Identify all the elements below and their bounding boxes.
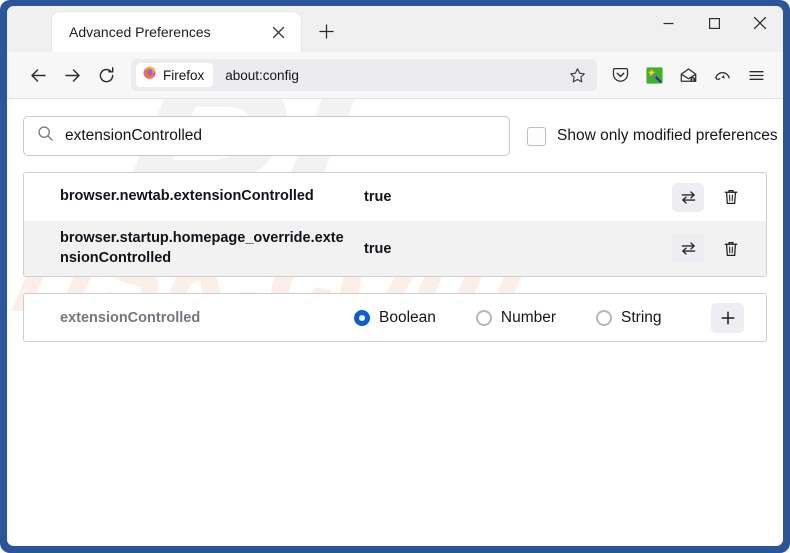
show-modified-label: Show only modified preferences: [557, 127, 778, 144]
row-actions: [672, 182, 766, 212]
show-modified-checkbox[interactable]: [527, 126, 546, 146]
show-modified-filter[interactable]: Show only modified preferences: [527, 126, 778, 146]
pref-value: true: [364, 240, 392, 257]
pocket-icon[interactable]: [605, 60, 635, 90]
mail-envelope-icon[interactable]: [673, 60, 703, 90]
type-option-boolean[interactable]: Boolean: [354, 309, 436, 327]
page-body: Show only modified preferences browser.n…: [7, 99, 783, 343]
table-row[interactable]: browser.newtab.extensionControlled true: [24, 173, 766, 221]
browser-window-inner: Advanced Preferences Firefox about:confi…: [7, 6, 783, 546]
delete-trash-icon[interactable]: [718, 235, 744, 263]
type-selector: Boolean Number String: [354, 302, 766, 333]
close-icon[interactable]: [267, 21, 289, 43]
identity-label: Firefox: [163, 67, 205, 83]
close-window-button[interactable]: [737, 6, 783, 40]
navigation-toolbar: Firefox about:config: [7, 52, 783, 99]
minimize-button[interactable]: [645, 6, 691, 40]
identity-chip[interactable]: Firefox: [136, 63, 214, 87]
delete-trash-icon[interactable]: [718, 183, 744, 211]
search-box[interactable]: [23, 116, 510, 156]
search-icon: [37, 125, 54, 147]
window-controls: [645, 6, 783, 52]
pref-name: browser.startup.homepage_override.extens…: [60, 230, 344, 266]
url-text[interactable]: about:config: [225, 68, 563, 83]
url-bar[interactable]: Firefox about:config: [131, 59, 597, 91]
add-preference-button[interactable]: [711, 302, 744, 333]
add-preference-row: extensionControlled Boolean Number Strin…: [23, 293, 767, 343]
back-button[interactable]: [21, 58, 55, 92]
browser-window: Advanced Preferences Firefox about:confi…: [0, 0, 790, 553]
toggle-boolean-icon[interactable]: [672, 234, 704, 264]
firefox-logo-icon: [142, 65, 157, 85]
row-actions: [672, 234, 766, 264]
type-label-string: String: [621, 308, 662, 326]
new-pref-name: extensionControlled: [60, 309, 201, 326]
hamburger-menu-icon[interactable]: [741, 60, 771, 90]
account-sync-icon[interactable]: [707, 60, 737, 90]
preferences-table: browser.newtab.extensionControlled true: [23, 172, 767, 278]
forward-button[interactable]: [55, 58, 89, 92]
tab-title: Advanced Preferences: [69, 24, 211, 40]
reload-button[interactable]: [89, 58, 123, 92]
new-tab-button[interactable]: [311, 16, 341, 46]
pref-name: browser.newtab.extensionControlled: [60, 188, 314, 205]
about-config-page: Pl risk.com S: [7, 99, 783, 546]
radio-boolean[interactable]: [354, 309, 370, 326]
bookmark-star-icon[interactable]: [563, 61, 591, 89]
tab-advanced-preferences[interactable]: Advanced Preferences: [52, 12, 301, 52]
pref-value: true: [364, 189, 392, 205]
radio-number[interactable]: [475, 309, 492, 326]
search-input[interactable]: [65, 127, 499, 145]
type-label-number: Number: [500, 308, 557, 326]
table-row[interactable]: browser.startup.homepage_override.extens…: [24, 221, 766, 277]
tab-strip: Advanced Preferences: [7, 6, 783, 52]
type-option-string[interactable]: String: [596, 309, 662, 327]
type-label-boolean: Boolean: [379, 308, 436, 326]
type-option-number[interactable]: Number: [475, 308, 557, 327]
radio-string[interactable]: [596, 309, 613, 326]
filter-row: Show only modified preferences: [23, 116, 778, 156]
toggle-boolean-icon[interactable]: [672, 182, 704, 212]
extension-magic-wand-icon[interactable]: [639, 60, 669, 90]
maximize-button[interactable]: [691, 6, 737, 40]
